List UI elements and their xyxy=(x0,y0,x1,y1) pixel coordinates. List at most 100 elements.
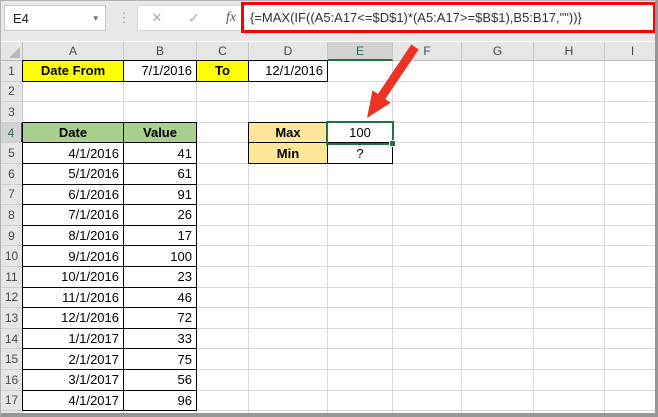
grid-cell-E2[interactable] xyxy=(328,81,393,103)
cell-A1[interactable]: Date From xyxy=(22,60,124,82)
row-header-17[interactable]: 17 xyxy=(1,390,23,412)
grid-cell-G12[interactable] xyxy=(462,287,534,309)
grid-cell-H7[interactable] xyxy=(534,184,605,206)
grid-cell-B2[interactable] xyxy=(124,81,197,103)
select-all-corner[interactable] xyxy=(1,42,23,61)
name-box[interactable]: E4 ▾ xyxy=(4,5,106,31)
grid-cell-F14[interactable] xyxy=(393,328,462,350)
grid-cell-F11[interactable] xyxy=(393,267,462,288)
grid-cell-I9[interactable] xyxy=(605,225,655,247)
cell-A13[interactable]: 12/1/2016 xyxy=(22,307,124,329)
enter-icon[interactable]: ✓ xyxy=(179,5,209,31)
grid-cell-I12[interactable] xyxy=(605,287,655,309)
column-header-A[interactable]: A xyxy=(23,42,124,61)
grid-cell-E6[interactable] xyxy=(328,164,393,185)
grid-cell-C10[interactable] xyxy=(197,246,249,267)
grid-cell-F15[interactable] xyxy=(393,349,462,370)
grid-cell-C14[interactable] xyxy=(197,328,249,350)
grid-cell-H1[interactable] xyxy=(534,61,605,82)
grid-cell-F17[interactable] xyxy=(393,390,462,412)
row-header-6[interactable]: 6 xyxy=(1,164,23,185)
grid-cell-G3[interactable] xyxy=(462,102,534,123)
grid-cell-G1[interactable] xyxy=(462,61,534,82)
grid-cell-C16[interactable] xyxy=(197,370,249,391)
grid-cell-E8[interactable] xyxy=(328,205,393,226)
grid-cell-F7[interactable] xyxy=(393,184,462,206)
grid-cell-H9[interactable] xyxy=(534,225,605,247)
grid-cell-H4[interactable] xyxy=(534,122,605,144)
grid-cell-H14[interactable] xyxy=(534,328,605,350)
grid-cell-G14[interactable] xyxy=(462,328,534,350)
column-header-D[interactable]: D xyxy=(249,42,328,61)
grid-cell-E15[interactable] xyxy=(328,349,393,370)
cell-C1[interactable]: To xyxy=(196,60,249,82)
grid-cell-D18[interactable] xyxy=(249,411,328,413)
row-header-11[interactable]: 11 xyxy=(1,267,23,288)
row-header-13[interactable]: 13 xyxy=(1,308,23,329)
grid-cell-E12[interactable] xyxy=(328,287,393,309)
cell-B10[interactable]: 100 xyxy=(123,245,197,267)
grid-cell-I5[interactable] xyxy=(605,143,655,164)
grid-cell-G13[interactable] xyxy=(462,308,534,329)
grid-cell-H11[interactable] xyxy=(534,267,605,288)
cell-B14[interactable]: 33 xyxy=(123,327,197,350)
grid-cell-D15[interactable] xyxy=(249,349,328,370)
grid-cell-E7[interactable] xyxy=(328,184,393,206)
grid-cell-I18[interactable] xyxy=(605,411,655,413)
grid-cell-F10[interactable] xyxy=(393,246,462,267)
grid-cell-E10[interactable] xyxy=(328,246,393,267)
grid-cell-H17[interactable] xyxy=(534,390,605,412)
grid-cell-G18[interactable] xyxy=(462,411,534,413)
grid-cell-I8[interactable] xyxy=(605,205,655,226)
grid-cell-E9[interactable] xyxy=(328,225,393,247)
grid-cell-I7[interactable] xyxy=(605,184,655,206)
grid-cell-F18[interactable] xyxy=(393,411,462,413)
row-header-12[interactable]: 12 xyxy=(1,287,23,309)
grid-cell-B18[interactable] xyxy=(124,411,197,413)
grid-cell-F9[interactable] xyxy=(393,225,462,247)
grid-cell-F1[interactable] xyxy=(393,61,462,82)
cell-A10[interactable]: 9/1/2016 xyxy=(22,245,124,267)
row-header-9[interactable]: 9 xyxy=(1,225,23,247)
grid-cell-I13[interactable] xyxy=(605,308,655,329)
grid-cell-H8[interactable] xyxy=(534,205,605,226)
grid-cell-F2[interactable] xyxy=(393,81,462,103)
cell-A12[interactable]: 11/1/2016 xyxy=(22,286,124,309)
grid-cell-E1[interactable] xyxy=(328,61,393,82)
grid-cell-E13[interactable] xyxy=(328,308,393,329)
grid-cell-F4[interactable] xyxy=(393,122,462,144)
grid-cell-C12[interactable] xyxy=(197,287,249,309)
grid-cell-C2[interactable] xyxy=(197,81,249,103)
cancel-icon[interactable]: ✕ xyxy=(142,5,172,31)
cell-B7[interactable]: 91 xyxy=(123,183,197,206)
grid-cell-I3[interactable] xyxy=(605,102,655,123)
grid-cell-G7[interactable] xyxy=(462,184,534,206)
grid-cell-C13[interactable] xyxy=(197,308,249,329)
cell-A7[interactable]: 6/1/2016 xyxy=(22,183,124,206)
grid-cell-H16[interactable] xyxy=(534,370,605,391)
column-header-F[interactable]: F xyxy=(393,42,462,61)
row-header-4[interactable]: 4 xyxy=(1,122,23,144)
cell-B6[interactable]: 61 xyxy=(123,163,197,185)
cell-D4[interactable]: Max xyxy=(248,121,328,144)
grid-cell-I2[interactable] xyxy=(605,81,655,103)
grid-cell-G16[interactable] xyxy=(462,370,534,391)
cell-B15[interactable]: 75 xyxy=(123,348,197,370)
grid-cell-G9[interactable] xyxy=(462,225,534,247)
grid-cell-G2[interactable] xyxy=(462,81,534,103)
grid-cell-D16[interactable] xyxy=(249,370,328,391)
grid-cell-H3[interactable] xyxy=(534,102,605,123)
grid-cell-H18[interactable] xyxy=(534,411,605,413)
cell-A8[interactable]: 7/1/2016 xyxy=(22,204,124,226)
row-header-1[interactable]: 1 xyxy=(1,61,23,82)
cell-B5[interactable]: 41 xyxy=(123,142,197,164)
column-header-C[interactable]: C xyxy=(197,42,249,61)
cell-A9[interactable]: 8/1/2016 xyxy=(22,224,124,247)
grid-cell-I4[interactable] xyxy=(605,122,655,144)
cell-B8[interactable]: 26 xyxy=(123,204,197,226)
grid-cell-E18[interactable] xyxy=(328,411,393,413)
grid-cell-C3[interactable] xyxy=(197,102,249,123)
cell-D1[interactable]: 12/1/2016 xyxy=(248,60,328,82)
grid-cell-C7[interactable] xyxy=(197,184,249,206)
grid-cell-D6[interactable] xyxy=(249,164,328,185)
